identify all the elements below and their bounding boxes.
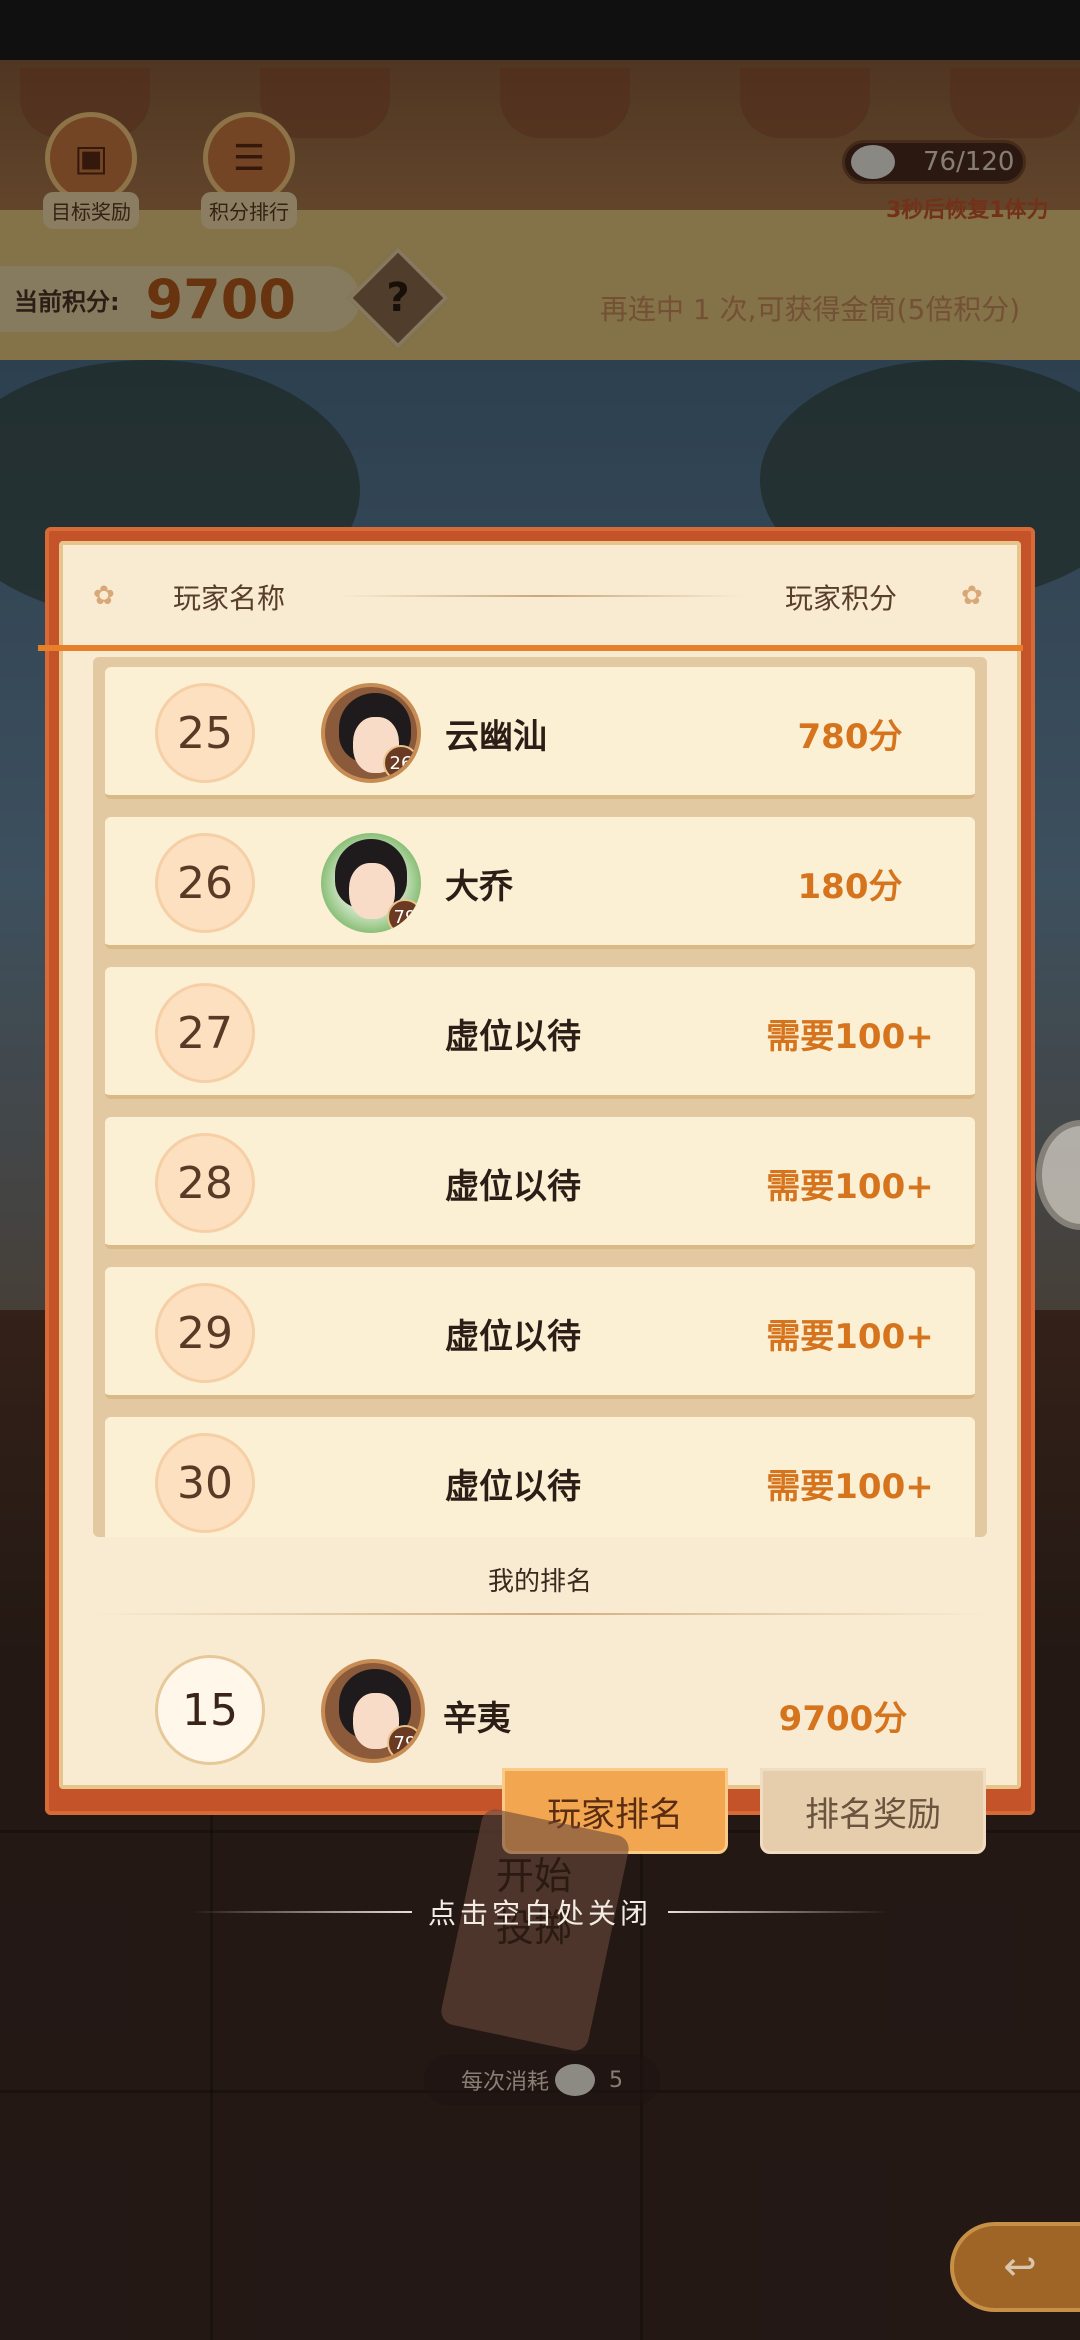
rank-badge: 25 bbox=[155, 683, 255, 783]
ranking-panel: ✿ 玩家名称 玩家积分 ✿ 25 26 云幽汕 780分 26 79 大乔 18… bbox=[45, 527, 1035, 1815]
bun-icon bbox=[555, 2064, 595, 2096]
required-score: 需要100+ bbox=[766, 1467, 934, 1507]
required-score: 需要100+ bbox=[766, 1017, 934, 1057]
my-rank-badge: 15 bbox=[155, 1655, 265, 1765]
ranking-row[interactable]: 25 26 云幽汕 780分 bbox=[105, 667, 975, 799]
required-score: 需要100+ bbox=[766, 1167, 934, 1207]
vacant-slot-label: 虚位以待 bbox=[445, 1467, 581, 1507]
my-rank-title: 我的排名 bbox=[487, 1567, 592, 1597]
ranking-panel-inner: ✿ 玩家名称 玩家积分 ✿ 25 26 云幽汕 780分 26 79 大乔 18… bbox=[59, 541, 1021, 1789]
vacant-slot-label: 虚位以待 bbox=[445, 1167, 581, 1207]
close-hint-text: 点击空白处关闭 bbox=[427, 1897, 652, 1930]
rank-badge: 29 bbox=[155, 1283, 255, 1383]
player-name: 云幽汕 bbox=[445, 717, 547, 757]
rank-badge: 30 bbox=[155, 1433, 255, 1533]
player-score: 780分 bbox=[797, 717, 903, 757]
ranking-list[interactable]: 25 26 云幽汕 780分 26 79 大乔 180分 27 虚位以待 需要1… bbox=[93, 657, 987, 1537]
vacant-slot-label: 虚位以待 bbox=[445, 1317, 581, 1357]
player-score: 180分 bbox=[797, 867, 903, 907]
my-avatar[interactable]: 79 bbox=[321, 1659, 425, 1763]
ranking-row: 28 虚位以待 需要100+ bbox=[105, 1117, 975, 1249]
rank-badge: 27 bbox=[155, 983, 255, 1083]
ranking-header: ✿ 玩家名称 玩家积分 ✿ bbox=[63, 545, 1017, 645]
header-accent-bar bbox=[38, 645, 1023, 651]
my-name: 辛夷 bbox=[443, 1699, 511, 1739]
ranking-row[interactable]: 26 79 大乔 180分 bbox=[105, 817, 975, 949]
my-rank-row: 15 79 辛夷 9700分 bbox=[63, 1635, 1017, 1775]
player-avatar[interactable]: 26 bbox=[321, 683, 421, 783]
flower-icon: ✿ bbox=[93, 581, 115, 611]
back-button[interactable]: ↩ bbox=[950, 2222, 1080, 2312]
cost-value: 5 bbox=[609, 2067, 623, 2093]
back-arrow-icon: ↩ bbox=[1003, 2244, 1037, 2290]
level-badge: 79 bbox=[387, 899, 421, 933]
level-badge: 26 bbox=[383, 745, 417, 779]
required-score: 需要100+ bbox=[766, 1317, 934, 1357]
my-rank-divider bbox=[93, 1613, 987, 1615]
cost-indicator: 每次消耗 5 bbox=[424, 2054, 660, 2106]
header-divider bbox=[339, 595, 743, 597]
rank-badge: 28 bbox=[155, 1133, 255, 1233]
player-name: 大乔 bbox=[445, 867, 513, 907]
cost-label: 每次消耗 bbox=[460, 2070, 549, 2095]
level-badge: 79 bbox=[387, 1725, 421, 1759]
rank-badge: 26 bbox=[155, 833, 255, 933]
player-score-column: 玩家积分 bbox=[785, 582, 898, 615]
my-score: 9700分 bbox=[778, 1699, 908, 1739]
player-name-column: 玩家名称 bbox=[173, 582, 286, 615]
ranking-row: 27 虚位以待 需要100+ bbox=[105, 967, 975, 1099]
player-avatar[interactable]: 79 bbox=[321, 833, 421, 933]
vacant-slot-label: 虚位以待 bbox=[445, 1017, 581, 1057]
close-hint: 点击空白处关闭 bbox=[0, 1892, 1080, 1932]
tab-rank-reward[interactable]: 排名奖励 bbox=[760, 1768, 986, 1854]
ranking-row: 29 虚位以待 需要100+ bbox=[105, 1267, 975, 1399]
flower-icon: ✿ bbox=[961, 581, 983, 611]
ranking-row: 30 虚位以待 需要100+ bbox=[105, 1417, 975, 1537]
